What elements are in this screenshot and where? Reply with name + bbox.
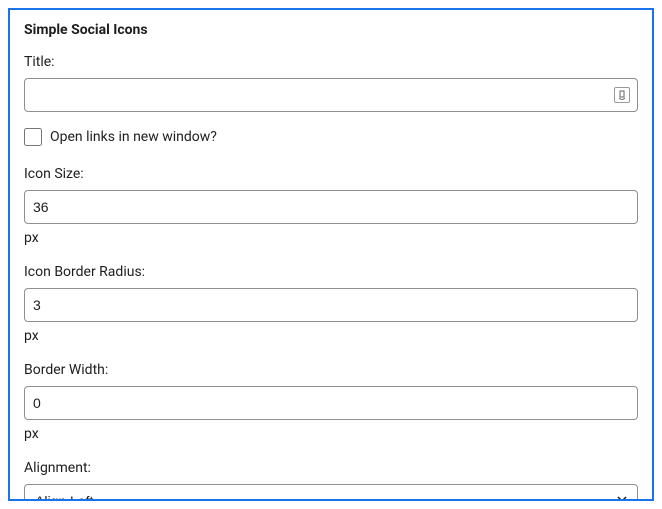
icon-size-unit: px	[24, 230, 638, 246]
alignment-select-wrap: Align Left	[24, 484, 638, 501]
new-window-checkbox[interactable]	[24, 128, 42, 146]
border-radius-label: Icon Border Radius:	[24, 264, 638, 280]
title-label: Title:	[24, 54, 638, 70]
border-width-input[interactable]	[24, 386, 638, 420]
border-radius-input[interactable]	[24, 288, 638, 322]
border-width-label: Border Width:	[24, 362, 638, 378]
icon-size-label: Icon Size:	[24, 166, 638, 182]
border-width-unit: px	[24, 426, 638, 442]
new-window-row: Open links in new window?	[24, 128, 638, 146]
panel-title: Simple Social Icons	[24, 22, 638, 38]
border-radius-unit: px	[24, 328, 638, 344]
alignment-label: Alignment:	[24, 460, 638, 476]
widget-settings-panel: Simple Social Icons Title: Open links in…	[8, 8, 654, 501]
title-input-wrap	[24, 78, 638, 112]
icon-size-input[interactable]	[24, 190, 638, 224]
alignment-select[interactable]: Align Left	[24, 484, 638, 501]
title-input[interactable]	[24, 78, 638, 112]
new-window-label: Open links in new window?	[50, 129, 217, 145]
